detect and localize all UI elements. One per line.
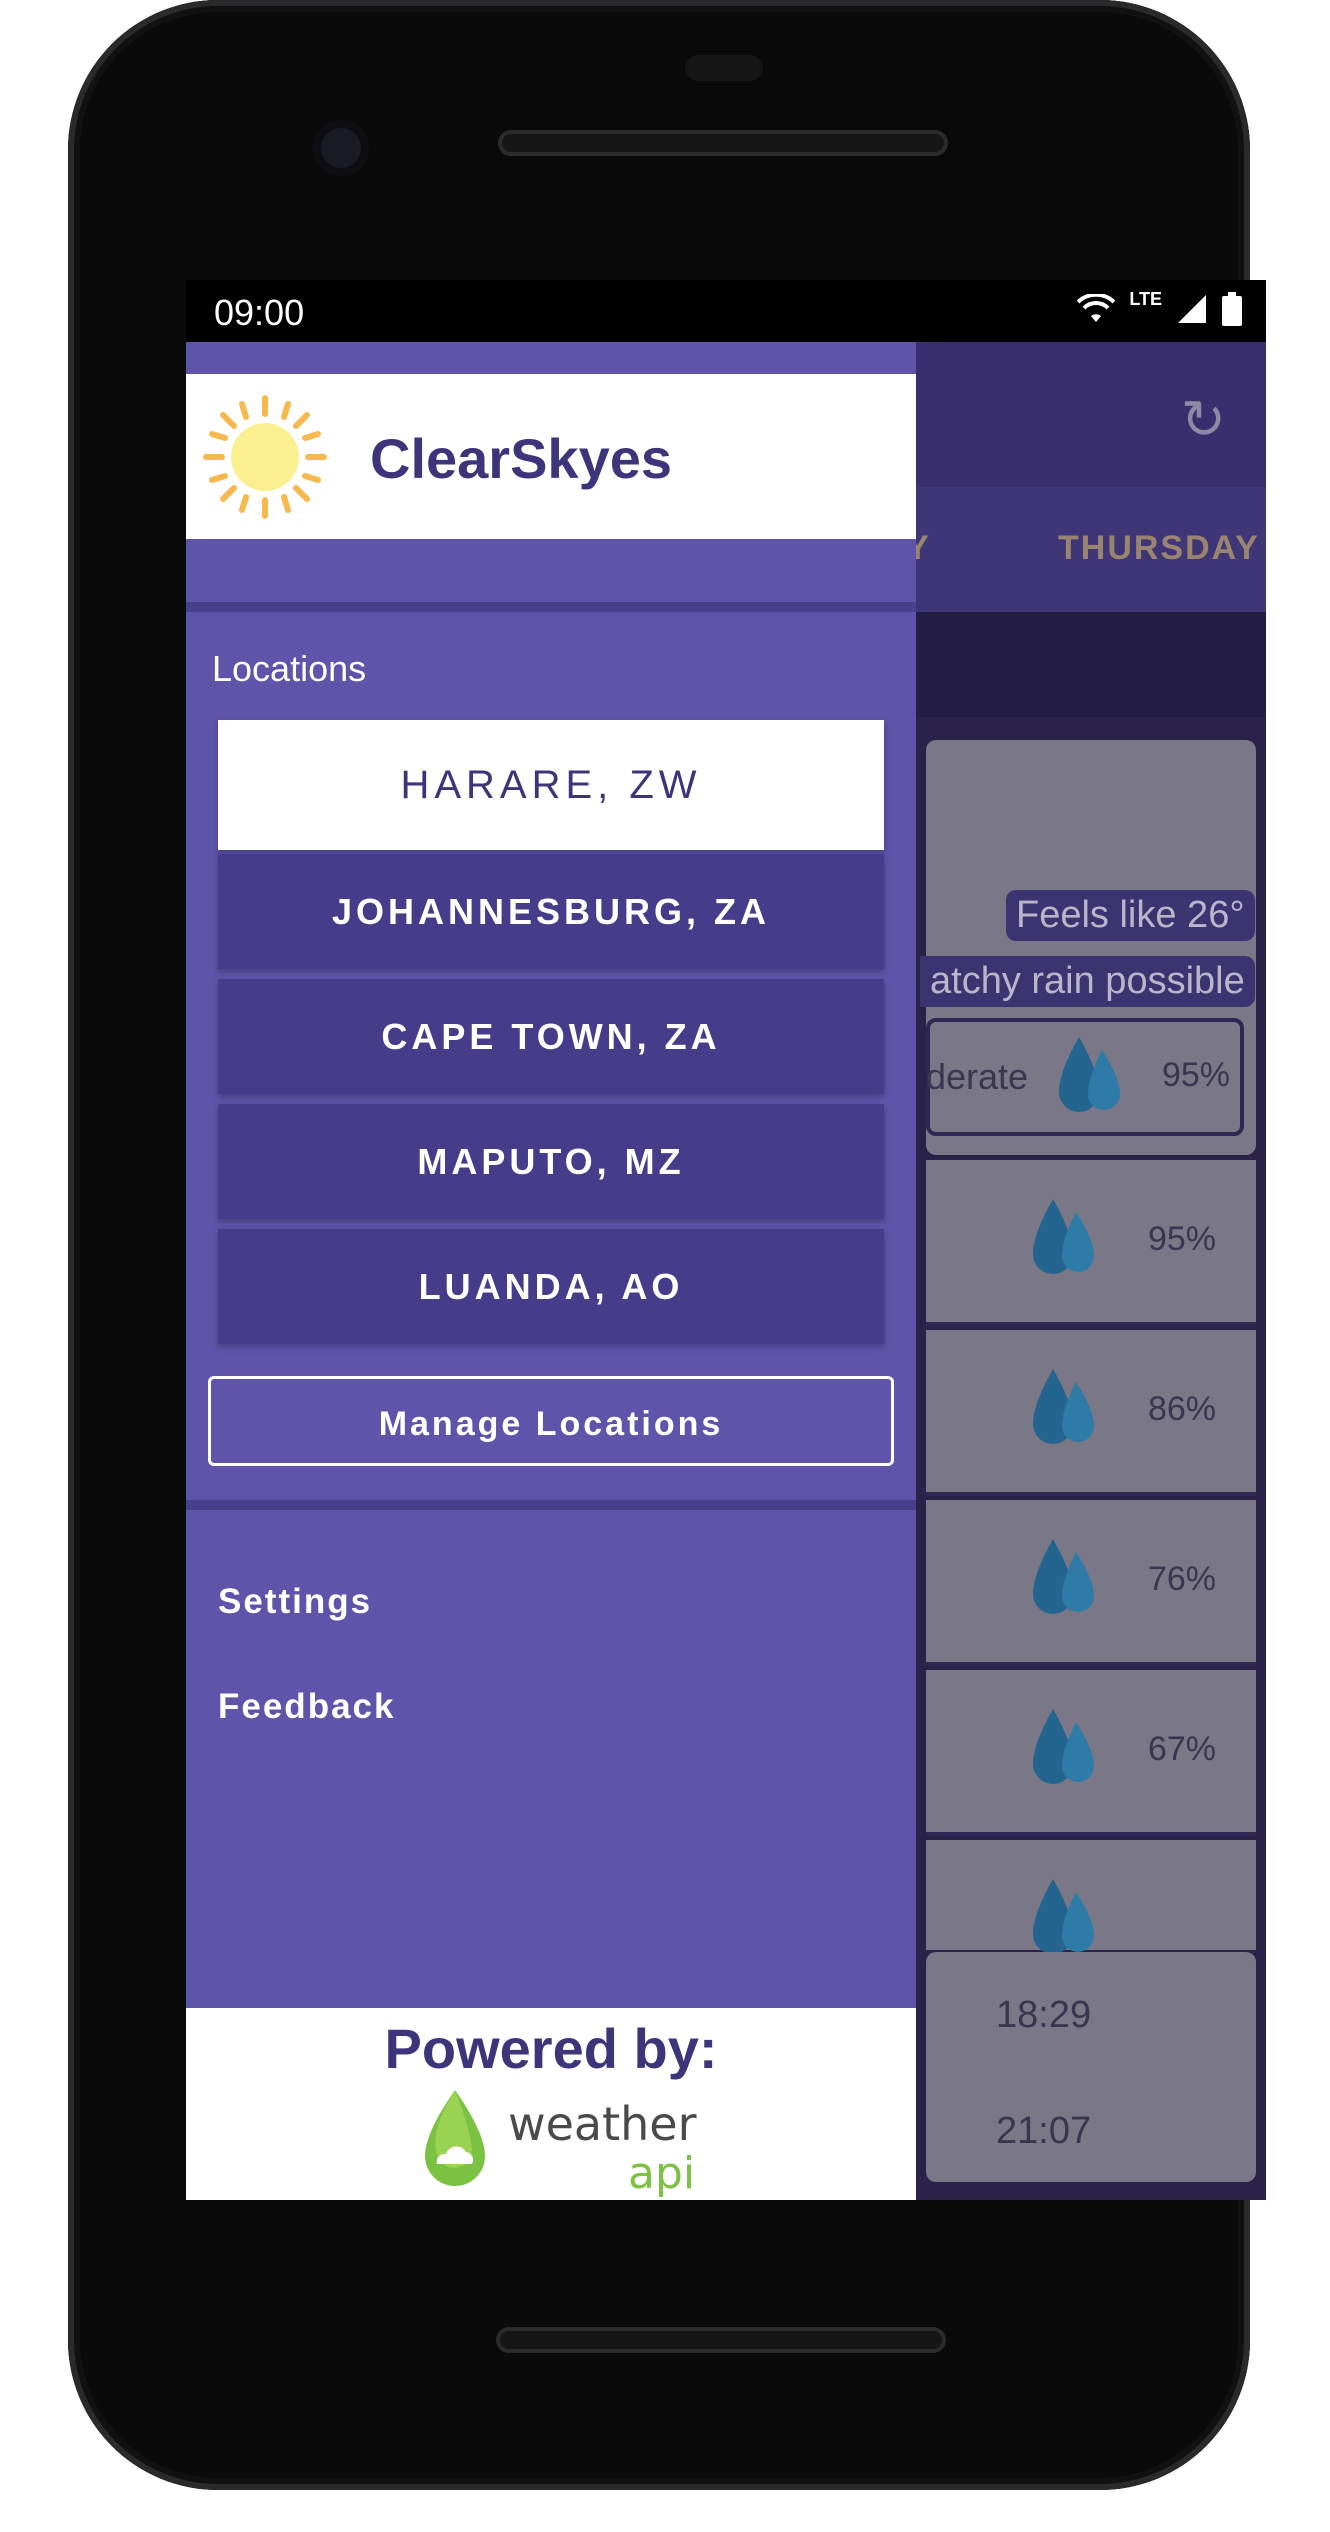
status-bar: 09:00 LTE: [186, 280, 1266, 342]
divider: [186, 602, 916, 612]
drawer-footer: Powered by: weather api: [186, 2008, 916, 2200]
logo-word-weather: weather: [508, 2097, 697, 2151]
hourly-humidity: 76%: [1147, 1560, 1216, 1598]
network-type: LTE: [1129, 288, 1162, 309]
front-camera: [313, 120, 369, 176]
location-maputo[interactable]: MAPUTO, MZ: [218, 1104, 884, 1219]
location-johannesburg[interactable]: JOHANNESBURG, ZA: [218, 854, 884, 969]
hourly-row[interactable]: 67%: [926, 1670, 1256, 1836]
hourly-row[interactable]: 76%: [926, 1500, 1256, 1666]
location-label: MAPUTO, MZ: [417, 1141, 685, 1182]
navigation-drawer: ClearSkyes Locations HARARE, ZW JOHANNES…: [186, 342, 916, 2200]
feedback-menu-item[interactable]: Feedback: [218, 1687, 395, 1727]
raindrop-icon: [1033, 1709, 1094, 1784]
feels-like-badge: Feels like 26°: [1006, 890, 1255, 941]
signal-icon: [1178, 295, 1206, 323]
status-time: 09:00: [214, 292, 305, 333]
manage-locations-button[interactable]: Manage Locations: [208, 1376, 894, 1466]
hourly-row[interactable]: 86%: [926, 1330, 1256, 1496]
drawer-header: ClearSkyes: [186, 374, 916, 539]
raindrop-icon: [1059, 1037, 1120, 1112]
raindrop-icon: [1033, 1539, 1094, 1614]
current-humidity-row: derate 95%: [926, 1018, 1244, 1136]
location-label: LUANDA, AO: [418, 1266, 684, 1307]
sunset-time: 18:29: [996, 1994, 1092, 2036]
moonrise-time: 21:07: [996, 2110, 1092, 2152]
condition-badge: atchy rain possible: [920, 956, 1255, 1007]
raindrop-icon: [1033, 1199, 1094, 1274]
hourly-row[interactable]: [926, 1840, 1256, 1954]
app-name: ClearSkyes: [370, 427, 673, 490]
logo-word-api: api: [628, 2148, 695, 2198]
phone-frame: 09:00 LTE ↻ Y THURSDAY Feels like 26° at…: [68, 0, 1266, 2490]
status-icons: LTE: [1077, 288, 1242, 326]
location-label: HARARE, ZW: [400, 763, 702, 807]
hourly-humidity: 86%: [1147, 1390, 1216, 1428]
refresh-icon[interactable]: ↻: [1181, 388, 1226, 451]
proximity-sensor: [685, 55, 763, 81]
hourly-row[interactable]: 95%: [926, 1160, 1256, 1326]
location-label: CAPE TOWN, ZA: [381, 1016, 721, 1057]
raindrop-icon: [1033, 1879, 1094, 1954]
sun-logo-icon: [203, 395, 327, 519]
drawer-top-strip: [186, 342, 916, 374]
location-harare[interactable]: HARARE, ZW: [218, 720, 884, 850]
wifi-icon: [1077, 294, 1116, 322]
bottom-speaker: [496, 2327, 946, 2353]
hourly-humidity: 95%: [1147, 1220, 1216, 1258]
location-luanda[interactable]: LUANDA, AO: [218, 1229, 884, 1344]
earpiece-speaker: [498, 130, 948, 156]
astronomy-card: 18:29 21:07: [926, 1952, 1256, 2182]
location-cape-town[interactable]: CAPE TOWN, ZA: [218, 979, 884, 1094]
raindrop-icon: [1033, 1369, 1094, 1444]
battery-icon: [1222, 292, 1242, 326]
powered-by-label: Powered by:: [384, 2017, 718, 2080]
divider: [186, 1500, 916, 1510]
hourly-humidity: 67%: [1147, 1730, 1216, 1768]
current-humidity: 95%: [1161, 1056, 1230, 1094]
tab-thursday[interactable]: THURSDAY: [1058, 529, 1260, 568]
settings-menu-item[interactable]: Settings: [218, 1582, 372, 1622]
locations-heading: Locations: [212, 648, 367, 689]
weatherapi-logo[interactable]: weather api: [410, 2088, 710, 2198]
screen: 09:00 LTE ↻ Y THURSDAY Feels like 26° at…: [186, 280, 1266, 2200]
location-label: JOHANNESBURG, ZA: [331, 891, 771, 932]
intensity-text: derate: [926, 1056, 1029, 1097]
